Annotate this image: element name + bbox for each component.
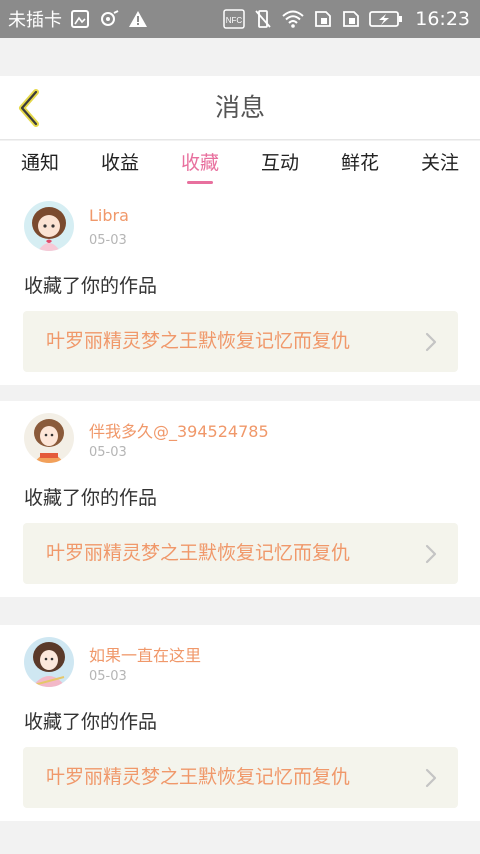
- tab-interactions[interactable]: 互动: [240, 141, 320, 189]
- avatar[interactable]: [24, 413, 74, 463]
- wifi-icon: [281, 9, 305, 29]
- chevron-right-icon: [425, 768, 437, 788]
- status-bar: 未插卡 NFC 16:23: [0, 0, 480, 38]
- work-link[interactable]: 叶罗丽精灵梦之王默恢复记忆而复仇: [23, 311, 458, 372]
- sync-icon: [98, 9, 120, 29]
- work-title: 叶罗丽精灵梦之王默恢复记忆而复仇: [46, 330, 351, 352]
- tab-earnings[interactable]: 收益: [80, 141, 160, 189]
- message-date: 05-03: [89, 669, 127, 684]
- nfc-icon-label: NFC: [226, 16, 243, 25]
- carrier-label: 未插卡: [8, 10, 62, 31]
- tab-label: 通知: [20, 152, 59, 174]
- message-card: 伴我多久@_394524785 05-03 收藏了你的作品 叶罗丽精灵梦之王默恢…: [0, 401, 480, 597]
- tab-label: 互动: [260, 152, 299, 174]
- clock: 16:23: [415, 8, 470, 30]
- message-action: 收藏了你的作品: [24, 275, 158, 297]
- app-header: 消息: [0, 76, 480, 140]
- work-link[interactable]: 叶罗丽精灵梦之王默恢复记忆而复仇: [23, 747, 458, 808]
- tab-notifications[interactable]: 通知: [0, 141, 80, 189]
- message-action: 收藏了你的作品: [24, 487, 158, 509]
- active-tab-indicator: [187, 181, 213, 184]
- warning-icon: [128, 10, 148, 28]
- status-bar-right: NFC 16:23: [223, 8, 470, 30]
- tab-label: 收益: [100, 152, 139, 174]
- tab-label: 鲜花: [340, 152, 379, 174]
- username[interactable]: Libra: [89, 206, 129, 225]
- tab-favorites[interactable]: 收藏: [160, 141, 240, 189]
- tab-follows[interactable]: 关注: [400, 141, 480, 189]
- avatar[interactable]: [24, 637, 74, 687]
- avatar[interactable]: [24, 201, 74, 251]
- message-card: Libra 05-03 收藏了你的作品 叶罗丽精灵梦之王默恢复记忆而复仇: [0, 189, 480, 385]
- sim-card-icon: [313, 9, 333, 29]
- username[interactable]: 如果一直在这里: [89, 642, 201, 666]
- message-date: 05-03: [89, 445, 127, 460]
- sim-card-2-icon: [341, 9, 361, 29]
- work-title: 叶罗丽精灵梦之王默恢复记忆而复仇: [46, 766, 351, 788]
- page-title: 消息: [214, 93, 265, 122]
- message-date: 05-03: [89, 233, 127, 248]
- message-action: 收藏了你的作品: [24, 711, 158, 733]
- chevron-right-icon: [425, 544, 437, 564]
- tab-flowers[interactable]: 鲜花: [320, 141, 400, 189]
- battery-charging-icon: [369, 10, 403, 28]
- no-image-icon: [70, 9, 90, 29]
- vibrate-off-icon: [253, 9, 273, 29]
- tab-label: 关注: [420, 152, 459, 174]
- status-bar-left: 未插卡: [8, 6, 148, 32]
- message-card: 如果一直在这里 05-03 收藏了你的作品 叶罗丽精灵梦之王默恢复记忆而复仇: [0, 625, 480, 821]
- chevron-right-icon: [425, 332, 437, 352]
- username[interactable]: 伴我多久@_394524785: [89, 418, 269, 442]
- nfc-icon: NFC: [223, 9, 245, 29]
- work-title: 叶罗丽精灵梦之王默恢复记忆而复仇: [46, 542, 351, 564]
- tab-bar: 通知 收益 收藏 互动 鲜花 关注: [0, 141, 480, 189]
- tab-label: 收藏: [180, 152, 219, 174]
- work-link[interactable]: 叶罗丽精灵梦之王默恢复记忆而复仇: [23, 523, 458, 584]
